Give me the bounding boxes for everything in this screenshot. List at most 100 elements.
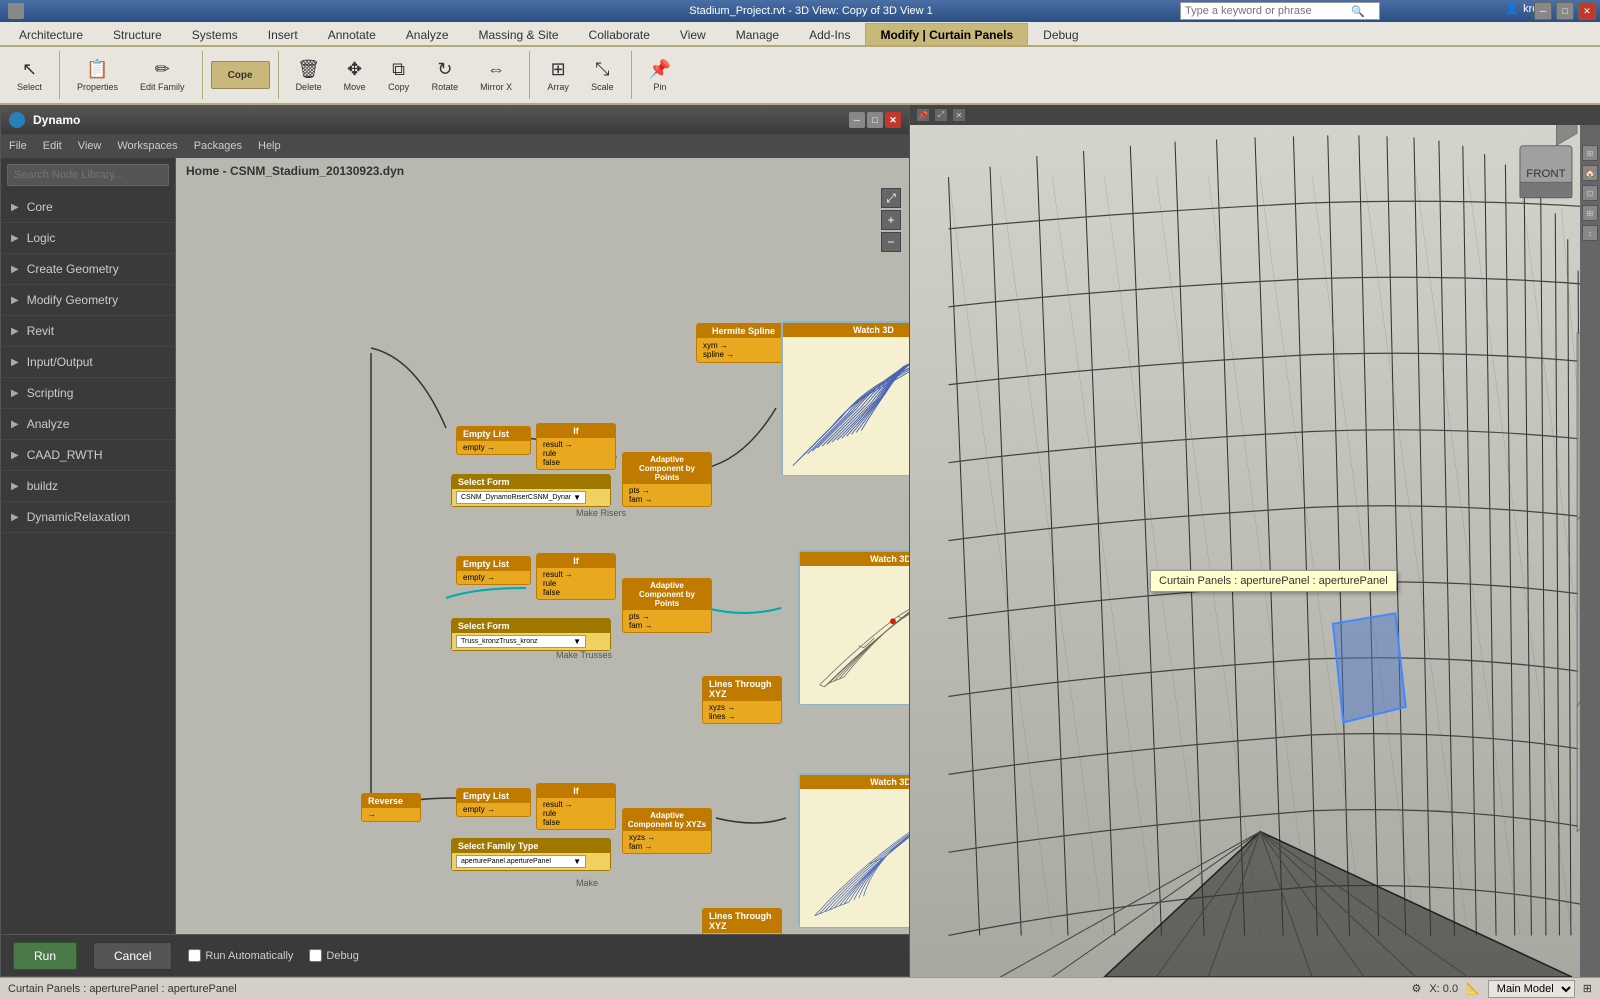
menu-help[interactable]: Help <box>258 140 281 152</box>
sidebar-item-scripting[interactable]: ▶ Scripting <box>1 378 175 409</box>
menu-file[interactable]: File <box>9 140 27 152</box>
side-panel-btn-1[interactable]: ⊞ <box>1582 145 1598 161</box>
sidebar-item-revit[interactable]: ▶ Revit <box>1 316 175 347</box>
array-button[interactable]: ⊞ Array <box>538 50 578 100</box>
if-node-2[interactable]: If result → rule false <box>536 553 616 600</box>
debug-checkbox[interactable]: Debug <box>309 949 358 962</box>
sidebar-item-buildz[interactable]: ▶ buildz <box>1 471 175 502</box>
tab-architecture[interactable]: Architecture <box>4 23 98 45</box>
hermite-spline-node[interactable]: Hermite Spline xym → spline → <box>696 323 791 363</box>
dynamo-maximize[interactable]: □ <box>867 112 883 128</box>
tab-massing[interactable]: Massing & Site <box>464 23 574 45</box>
model-select[interactable]: Main Model <box>1488 980 1575 998</box>
tab-addins[interactable]: Add-Ins <box>794 23 865 45</box>
lines-node-1[interactable]: Lines Through XYZ xyzs → lines → <box>702 676 782 724</box>
lines-node-2[interactable]: Lines Through XYZ xyzs → lines → <box>702 908 782 934</box>
copy-button[interactable]: ⧉ Copy <box>379 50 419 100</box>
side-panel-btn-2[interactable]: 🏠 <box>1582 165 1598 181</box>
tab-structure[interactable]: Structure <box>98 23 177 45</box>
rotate-button[interactable]: ↻ Rotate <box>423 50 468 100</box>
sidebar-item-dynamic-relaxation[interactable]: ▶ DynamicRelaxation <box>1 502 175 533</box>
adaptive-component-node-1[interactable]: Adaptive Component by Points pts → fam → <box>622 452 712 507</box>
empty-list-node-2[interactable]: Empty List empty → <box>456 556 531 585</box>
menu-packages[interactable]: Packages <box>194 140 242 152</box>
tab-view[interactable]: View <box>665 23 721 45</box>
search-icon[interactable]: 🔍 <box>1351 5 1368 18</box>
run-automatically-input[interactable] <box>188 949 201 962</box>
sidebar-item-analyze[interactable]: ▶ Analyze <box>1 409 175 440</box>
node-search-input[interactable] <box>7 164 169 186</box>
view3d-move[interactable]: ⤢ <box>934 108 948 122</box>
select-form-node-2[interactable]: Select Form Truss_kronzTruss_kronz ▼ <box>451 618 611 651</box>
adaptive-component-node-3[interactable]: Adaptive Component by XYZs xyzs → fam → <box>622 808 712 854</box>
watch3d-node-2[interactable]: Watch 3D S2 FPS <box>798 550 909 705</box>
sidebar-item-modify-geometry[interactable]: ▶ Modify Geometry <box>1 285 175 316</box>
sidebar-item-create-geometry[interactable]: ▶ Create Geometry <box>1 254 175 285</box>
scale-button[interactable]: ⤡ Scale <box>582 50 623 100</box>
properties-button[interactable]: 📋 Properties <box>68 50 127 100</box>
maximize-button[interactable]: □ <box>1556 2 1574 20</box>
side-panel-btn-4[interactable]: ⊞ <box>1582 205 1598 221</box>
reverse-node[interactable]: Reverse → <box>361 793 421 822</box>
canvas-zoom-out-btn[interactable]: − <box>881 232 901 252</box>
mirror-x-button[interactable]: ⇔ Mirror X <box>471 50 521 100</box>
pin-button[interactable]: 📌 Pin <box>640 50 680 100</box>
sidebar-item-input-output[interactable]: ▶ Input/Output <box>1 347 175 378</box>
menu-workspaces[interactable]: Workspaces <box>117 140 177 152</box>
canvas-zoom-in-btn[interactable]: + <box>881 210 901 230</box>
run-automatically-checkbox[interactable]: Run Automatically <box>188 949 293 962</box>
tab-systems[interactable]: Systems <box>177 23 253 45</box>
side-panel-btn-3[interactable]: ⊡ <box>1582 185 1598 201</box>
canvas-controls[interactable]: ⤢ + − <box>881 188 901 252</box>
empty-list-node-1[interactable]: Empty List empty → <box>456 426 531 455</box>
minimize-button[interactable]: ─ <box>1534 2 1552 20</box>
watch3d-node-1[interactable]: Watch 3D S2 FPS <box>781 321 909 476</box>
if-node-3[interactable]: If result → rule false <box>536 783 616 830</box>
view3d-close[interactable]: ✕ <box>952 108 966 122</box>
move-button[interactable]: ✥ Move <box>335 50 375 100</box>
family-edit-button[interactable]: ✏ Edit Family <box>131 50 194 100</box>
select-form-1-input[interactable]: CSNM_DynamoRiserCSNM_DynamoRiser ▼ <box>456 491 586 504</box>
tab-debug[interactable]: Debug <box>1028 23 1093 45</box>
view3d-side-panel[interactable]: ⊞ 🏠 ⊡ ⊞ ↕ <box>1580 125 1600 977</box>
select-form-1-dropdown-icon[interactable]: ▼ <box>573 493 581 502</box>
select-family-type-node[interactable]: Select Family Type aperturePanel.apertur… <box>451 838 611 871</box>
select-form-node-1[interactable]: Select Form CSNM_DynamoRiserCSNM_DynamoR… <box>451 474 611 507</box>
select-family-type-dropdown-icon[interactable]: ▼ <box>573 857 581 866</box>
search-box[interactable]: 🔍 <box>1180 2 1380 20</box>
sidebar-item-logic[interactable]: ▶ Logic <box>1 223 175 254</box>
adaptive-component-node-2[interactable]: Adaptive Component by Points pts → fam → <box>622 578 712 633</box>
side-panel-btn-5[interactable]: ↕ <box>1582 225 1598 241</box>
window-controls[interactable]: ─ □ ✕ <box>1534 2 1596 20</box>
cancel-button[interactable]: Cancel <box>93 942 172 970</box>
if-node-1[interactable]: If result → rule false <box>536 423 616 470</box>
select-form-2-dropdown-icon[interactable]: ▼ <box>573 637 581 646</box>
sidebar-item-core[interactable]: ▶ Core <box>1 192 175 223</box>
dynamo-canvas[interactable]: Home - CSNM_Stadium_20130923.dyn <box>176 158 909 934</box>
delete-button[interactable]: 🗑 Delete <box>287 50 331 100</box>
view3d-canvas[interactable]: FRONT <box>910 125 1600 977</box>
menu-edit[interactable]: Edit <box>43 140 62 152</box>
tab-modify[interactable]: Modify | Curtain Panels <box>865 23 1028 45</box>
view3d-pin[interactable]: 📌 <box>916 108 930 122</box>
debug-input[interactable] <box>309 949 322 962</box>
select-form-2-input[interactable]: Truss_kronzTruss_kronz ▼ <box>456 635 586 648</box>
dynamo-close[interactable]: ✕ <box>885 112 901 128</box>
select-family-type-input[interactable]: aperturePanel.aperturePanel ▼ <box>456 855 586 868</box>
close-button[interactable]: ✕ <box>1578 2 1596 20</box>
tab-analyze[interactable]: Analyze <box>391 23 464 45</box>
canvas-fit-btn[interactable]: ⤢ <box>881 188 901 208</box>
tab-collaborate[interactable]: Collaborate <box>574 23 665 45</box>
tab-manage[interactable]: Manage <box>721 23 794 45</box>
watch3d-node-3[interactable]: Watch 3D S2 FPS <box>798 773 909 928</box>
tab-insert[interactable]: Insert <box>253 23 313 45</box>
dynamo-minimize[interactable]: ─ <box>849 112 865 128</box>
tab-annotate[interactable]: Annotate <box>313 23 391 45</box>
dynamo-window-controls[interactable]: ─ □ ✕ <box>849 112 901 128</box>
run-button[interactable]: Run <box>13 942 77 970</box>
search-input[interactable] <box>1181 5 1351 17</box>
empty-list-node-3[interactable]: Empty List empty → <box>456 788 531 817</box>
menu-view[interactable]: View <box>78 140 102 152</box>
select-tool-button[interactable]: ↖ Select <box>8 50 51 100</box>
cope-button[interactable]: Cope <box>211 61 270 89</box>
